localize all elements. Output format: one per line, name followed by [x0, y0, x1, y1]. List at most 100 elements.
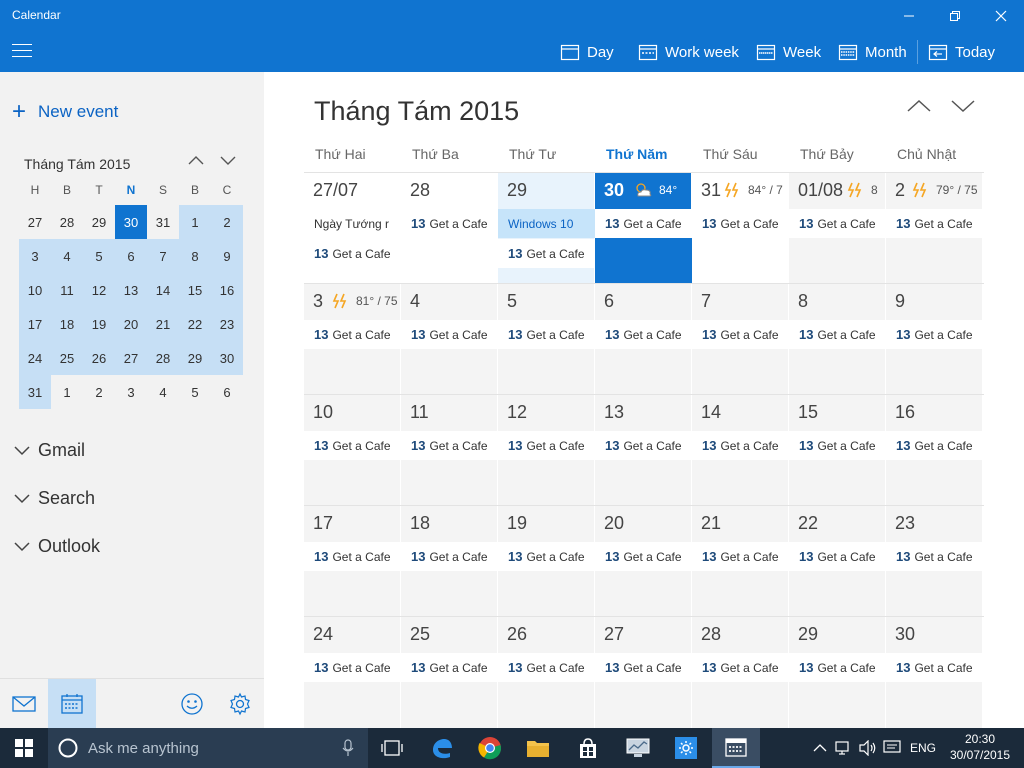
clock[interactable]: 20:30 30/07/2015 — [944, 731, 1016, 765]
mini-calendar-day[interactable]: 25 — [51, 341, 83, 375]
calendar-event[interactable]: 13 Get a Cafe — [886, 653, 983, 682]
today-button[interactable]: Today — [928, 32, 995, 72]
calendar-event[interactable]: 13 Get a Cafe — [304, 431, 401, 460]
mini-calendar-day[interactable]: 15 — [179, 273, 211, 307]
mini-calendar-day[interactable]: 27 — [115, 341, 147, 375]
week-view-button[interactable]: Week — [756, 32, 821, 72]
mini-calendar-day[interactable]: 30 — [115, 205, 147, 239]
cortana-search-box[interactable]: Ask me anything — [48, 728, 368, 768]
calendar-event[interactable]: 13 Get a Cafe — [401, 653, 498, 682]
next-month-button[interactable] — [950, 96, 976, 116]
mini-calendar-day[interactable]: 5 — [83, 239, 115, 273]
calendar-event[interactable]: 13 Get a Cafe — [498, 320, 595, 349]
mini-calendar-day[interactable]: 20 — [115, 307, 147, 341]
calendar-event[interactable]: 13 Get a Cafe — [692, 542, 789, 571]
mini-calendar-day[interactable]: 28 — [51, 205, 83, 239]
calendar-event[interactable]: 13 Get a Cafe — [595, 320, 692, 349]
mini-calendar-day[interactable]: 16 — [211, 273, 243, 307]
calendar-event[interactable]: 13 Get a Cafe — [789, 431, 886, 460]
mini-calendar-day[interactable]: 17 — [19, 307, 51, 341]
day-cell[interactable]: 22 13 Get a Cafe — [789, 506, 886, 617]
day-cell[interactable]: 31 84° / 7 13 Get a Cafe — [692, 173, 789, 284]
calendar-app-button[interactable] — [712, 728, 760, 768]
calendar-event[interactable]: 13 Get a Cafe — [886, 320, 983, 349]
day-cell[interactable]: 28 13 Get a Cafe — [692, 617, 789, 728]
calendar-event[interactable]: Windows 10 — [498, 209, 595, 238]
mini-calendar-day[interactable]: 5 — [179, 375, 211, 409]
account-search[interactable]: Search — [14, 488, 95, 509]
calendar-event[interactable]: 13 Get a Cafe — [692, 209, 789, 238]
day-view-button[interactable]: Day — [560, 32, 614, 72]
chrome-button[interactable] — [466, 728, 514, 768]
mini-calendar-day[interactable]: 23 — [211, 307, 243, 341]
calendar-event[interactable]: 13 Get a Cafe — [886, 431, 983, 460]
mini-calendar-day[interactable]: 28 — [147, 341, 179, 375]
day-cell[interactable]: 27 13 Get a Cafe — [595, 617, 692, 728]
calendar-event[interactable]: 13 Get a Cafe — [692, 431, 789, 460]
mini-calendar-day[interactable]: 12 — [83, 273, 115, 307]
day-cell[interactable]: 13 13 Get a Cafe — [595, 395, 692, 506]
mini-calendar-day[interactable]: 27 — [19, 205, 51, 239]
day-cell[interactable]: 15 13 Get a Cafe — [789, 395, 886, 506]
mini-calendar-day[interactable]: 7 — [147, 239, 179, 273]
mini-next-month-button[interactable] — [218, 152, 238, 168]
day-cell[interactable]: 17 13 Get a Cafe — [304, 506, 401, 617]
calendar-event[interactable]: 13 Get a Cafe — [692, 320, 789, 349]
calendar-event[interactable]: 13 Get a Cafe — [498, 653, 595, 682]
mini-calendar-day[interactable]: 4 — [51, 239, 83, 273]
day-cell[interactable]: 5 13 Get a Cafe — [498, 284, 595, 395]
mini-calendar-day[interactable]: 18 — [51, 307, 83, 341]
account-outlook[interactable]: Outlook — [14, 536, 100, 557]
close-button[interactable] — [978, 0, 1024, 32]
network-button[interactable] — [832, 728, 856, 768]
minimize-button[interactable] — [886, 0, 932, 32]
mini-calendar-day[interactable]: 2 — [211, 205, 243, 239]
calendar-event[interactable]: 13 Get a Cafe — [498, 542, 595, 571]
day-cell[interactable]: 28 13 Get a Cafe — [401, 173, 498, 284]
start-button[interactable] — [0, 728, 48, 768]
feedback-button[interactable] — [168, 679, 216, 729]
calendar-event[interactable]: 13 Get a Cafe — [401, 431, 498, 460]
task-view-button[interactable] — [368, 728, 416, 768]
mini-calendar-day[interactable]: 31 — [147, 205, 179, 239]
calendar-event[interactable]: 13 Get a Cafe — [886, 542, 983, 571]
mini-calendar-day[interactable]: 9 — [211, 239, 243, 273]
mini-calendar-day[interactable]: 3 — [115, 375, 147, 409]
day-cell[interactable]: 29 13 Get a Cafe — [789, 617, 886, 728]
day-cell[interactable]: 25 13 Get a Cafe — [401, 617, 498, 728]
workweek-view-button[interactable]: Work week — [638, 32, 739, 72]
mini-calendar-day[interactable]: 29 — [83, 205, 115, 239]
settings-app-button[interactable] — [662, 728, 710, 768]
calendar-event[interactable]: 13 Get a Cafe — [789, 320, 886, 349]
day-cell[interactable]: 14 13 Get a Cafe — [692, 395, 789, 506]
calendar-event[interactable]: 13 Get a Cafe — [401, 209, 498, 238]
file-explorer-button[interactable] — [514, 728, 562, 768]
mini-calendar-day[interactable]: 2 — [83, 375, 115, 409]
day-cell[interactable]: 20 13 Get a Cafe — [595, 506, 692, 617]
calendar-event[interactable]: 13 Get a Cafe — [595, 542, 692, 571]
mini-calendar-day[interactable]: 31 — [19, 375, 51, 409]
mini-calendar-day[interactable]: 19 — [83, 307, 115, 341]
calendar-event[interactable]: Ngày Tướng r — [304, 209, 401, 238]
calendar-event[interactable]: 13 Get a Cafe — [401, 542, 498, 571]
app-button[interactable] — [614, 728, 662, 768]
day-cell[interactable]: 12 13 Get a Cafe — [498, 395, 595, 506]
day-cell[interactable]: 29 Windows 10 13 Get a Cafe — [498, 173, 595, 284]
day-cell[interactable]: 9 13 Get a Cafe — [886, 284, 983, 395]
mini-calendar-day[interactable]: 14 — [147, 273, 179, 307]
settings-button[interactable] — [216, 679, 264, 729]
day-cell[interactable]: 26 13 Get a Cafe — [498, 617, 595, 728]
edge-browser-button[interactable] — [418, 728, 466, 768]
mini-calendar-day[interactable]: 10 — [19, 273, 51, 307]
calendar-event[interactable]: 13 Get a Cafe — [304, 542, 401, 571]
day-cell[interactable]: 18 13 Get a Cafe — [401, 506, 498, 617]
mail-button[interactable] — [0, 679, 48, 729]
day-cell[interactable]: 7 13 Get a Cafe — [692, 284, 789, 395]
day-cell[interactable]: 8 13 Get a Cafe — [789, 284, 886, 395]
mini-calendar-day[interactable]: 24 — [19, 341, 51, 375]
mini-calendar-day[interactable]: 13 — [115, 273, 147, 307]
mini-calendar-day[interactable]: 26 — [83, 341, 115, 375]
calendar-event[interactable]: 13 Get a Cafe — [595, 431, 692, 460]
new-event-button[interactable]: + New event — [12, 100, 118, 124]
day-cell[interactable]: 23 13 Get a Cafe — [886, 506, 983, 617]
